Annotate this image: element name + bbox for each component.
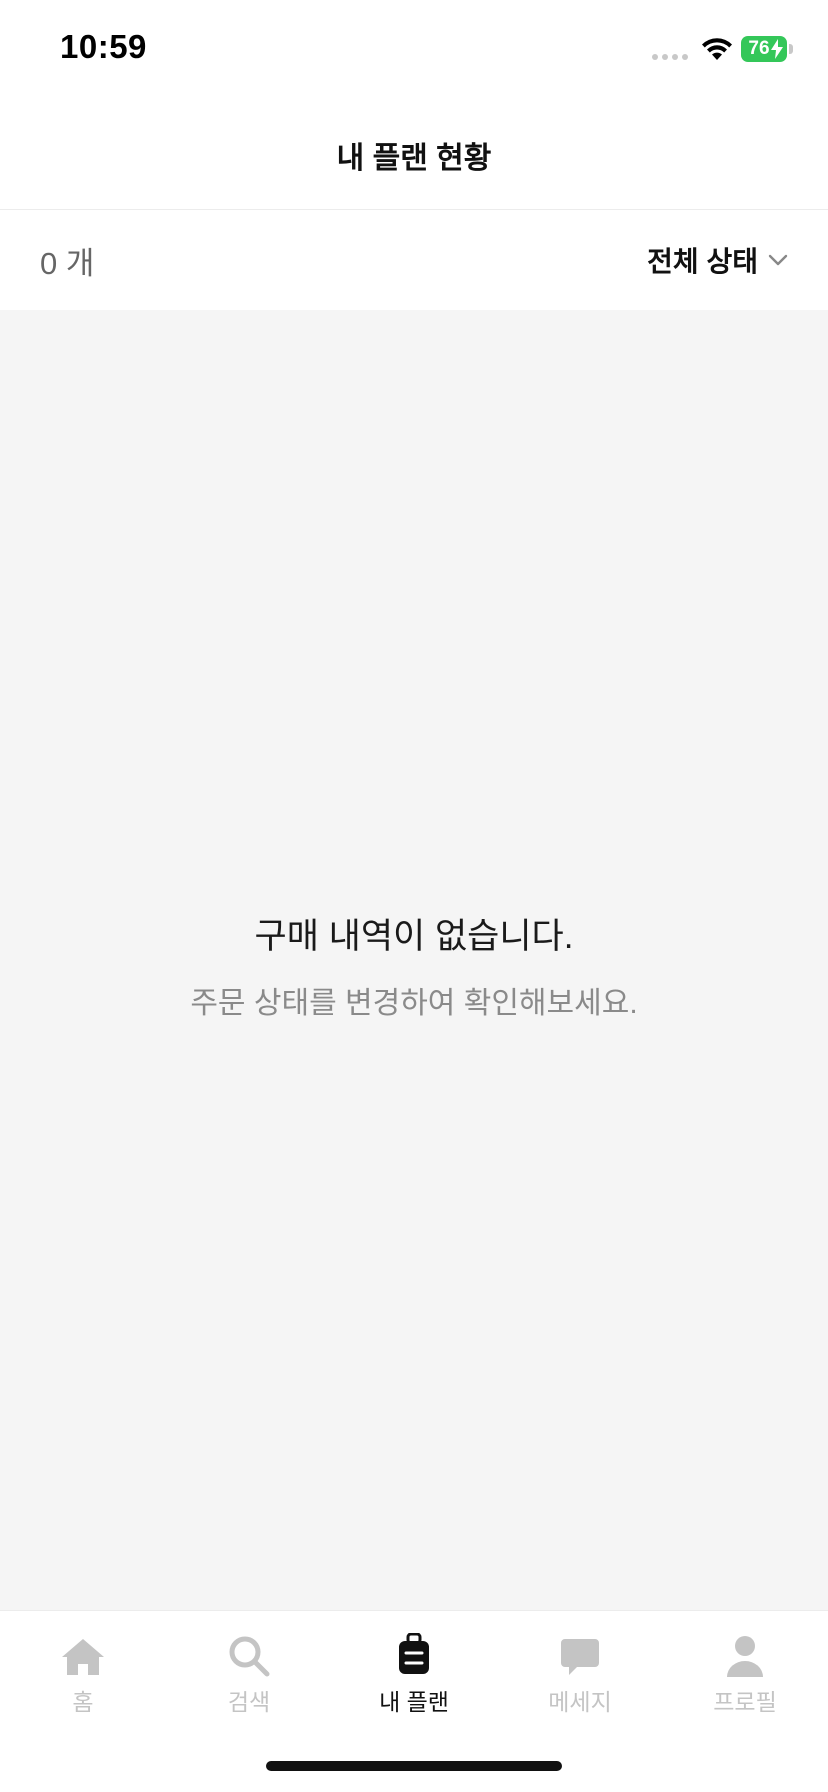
tab-profile[interactable]: 프로필 <box>662 1629 828 1719</box>
cellular-signal-icon <box>652 54 688 60</box>
battery-cap <box>789 44 793 54</box>
filter-row: 0 개 전체 상태 <box>0 210 828 310</box>
empty-state-title: 구매 내역이 없습니다. <box>254 917 574 956</box>
tab-profile-label: 프로필 <box>713 1689 777 1715</box>
tab-home[interactable]: 홈 <box>0 1629 166 1719</box>
tab-search-label: 검색 <box>227 1689 271 1715</box>
status-bar: 10:59 76 <box>0 0 828 100</box>
search-icon <box>229 1636 270 1677</box>
plan-count: 0 개 <box>40 245 95 281</box>
empty-state-subtitle: 주문 상태를 변경하여 확인해보세요. <box>190 987 638 1020</box>
page-title: 내 플랜 현황 <box>336 141 492 175</box>
screen: 10:59 76 내 플랜 현황 0 개 전체 상태 구매 내역이 없습니다. … <box>0 0 828 1792</box>
nav-header: 내 플랜 현황 <box>0 100 828 210</box>
luggage-icon <box>399 1633 429 1674</box>
chat-bubble-icon <box>561 1639 599 1675</box>
home-icon <box>62 1639 104 1675</box>
tab-home-label: 홈 <box>72 1689 94 1715</box>
person-icon <box>727 1636 763 1677</box>
status-filter-dropdown[interactable]: 전체 상태 <box>647 240 788 280</box>
content-area: 구매 내역이 없습니다. 주문 상태를 변경하여 확인해보세요. <box>0 310 828 1610</box>
battery-level: 76 <box>748 38 770 59</box>
chevron-down-icon <box>768 254 788 266</box>
wifi-icon <box>702 38 732 60</box>
tab-messages[interactable]: 메세지 <box>497 1629 663 1719</box>
tab-search[interactable]: 검색 <box>166 1629 332 1719</box>
charging-bolt-icon <box>771 39 783 59</box>
tab-my-plan-label: 내 플랜 <box>379 1689 449 1715</box>
home-indicator[interactable] <box>266 1761 562 1771</box>
status-filter-label: 전체 상태 <box>647 246 758 277</box>
status-time: 10:59 <box>60 28 147 65</box>
tab-messages-label: 메세지 <box>548 1689 612 1715</box>
tab-my-plan[interactable]: 내 플랜 <box>331 1629 497 1719</box>
